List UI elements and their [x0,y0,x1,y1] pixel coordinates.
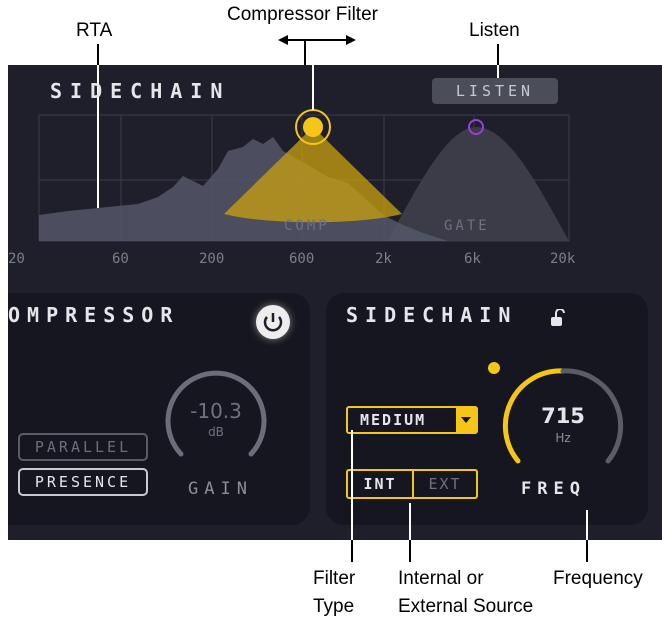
gate-label: GATE [444,218,490,234]
gain-label: GAIN [188,479,253,499]
callout-compressor-filter: Compressor Filter [227,4,378,25]
freq-tick: 2k [375,251,392,267]
freq-value: 715 [541,404,585,428]
freq-label: FREQ [521,479,586,499]
callout-source-line2: External Source [398,596,534,617]
lock-icon[interactable] [549,309,567,327]
freq-unit: Hz [555,431,571,445]
compressor-title: OMPRESSOR [8,303,180,327]
callout-rta: RTA [76,20,113,41]
power-icon [263,313,283,332]
plugin-panel: SIDECHAIN LISTEN COMP GATE 20 60 200 600… [8,65,662,540]
callout-frequency: Frequency [553,568,643,589]
power-button[interactable] [256,305,290,339]
freq-tick: 20 [8,251,25,267]
callout-filter-type-line1: Filter [313,568,356,589]
source-int-option[interactable]: INT [348,471,414,497]
graph-title: SIDECHAIN [50,79,231,103]
freq-tick: 20k [550,251,576,267]
dropdown-arrow-icon [456,408,476,432]
sidechain-title: SIDECHAIN [346,303,518,327]
comp-label: COMP [284,218,330,234]
parallel-button[interactable]: PARALLEL [18,433,148,461]
source-ext-option[interactable]: EXT [414,471,476,497]
callout-source-line1: Internal or [398,568,484,589]
filter-type-dropdown[interactable]: MEDIUM [346,406,478,434]
presence-button[interactable]: PRESENCE [18,468,148,496]
freq-tick: 60 [112,251,129,267]
freq-tick: 600 [289,251,315,267]
compressor-section: OMPRESSOR -10.3 dB GAIN PARALLEL PRESENC… [8,293,310,525]
listen-button[interactable]: LISTEN [432,78,558,104]
freq-tick: 200 [199,251,225,267]
callout-listen: Listen [469,20,520,41]
filter-type-value: MEDIUM [360,411,427,429]
gain-unit: dB [208,425,224,439]
callout-filter-type-line2: Type [313,596,355,617]
sidechain-section: SIDECHAIN MEDIUM INT EXT 715 Hz FREQ [326,293,648,525]
gain-value: -10.3 [190,399,242,423]
freq-tick: 6k [464,251,481,267]
source-toggle[interactable]: INT EXT [346,469,478,499]
rta-spectrum [39,137,448,241]
freq-knob-led [488,362,500,374]
